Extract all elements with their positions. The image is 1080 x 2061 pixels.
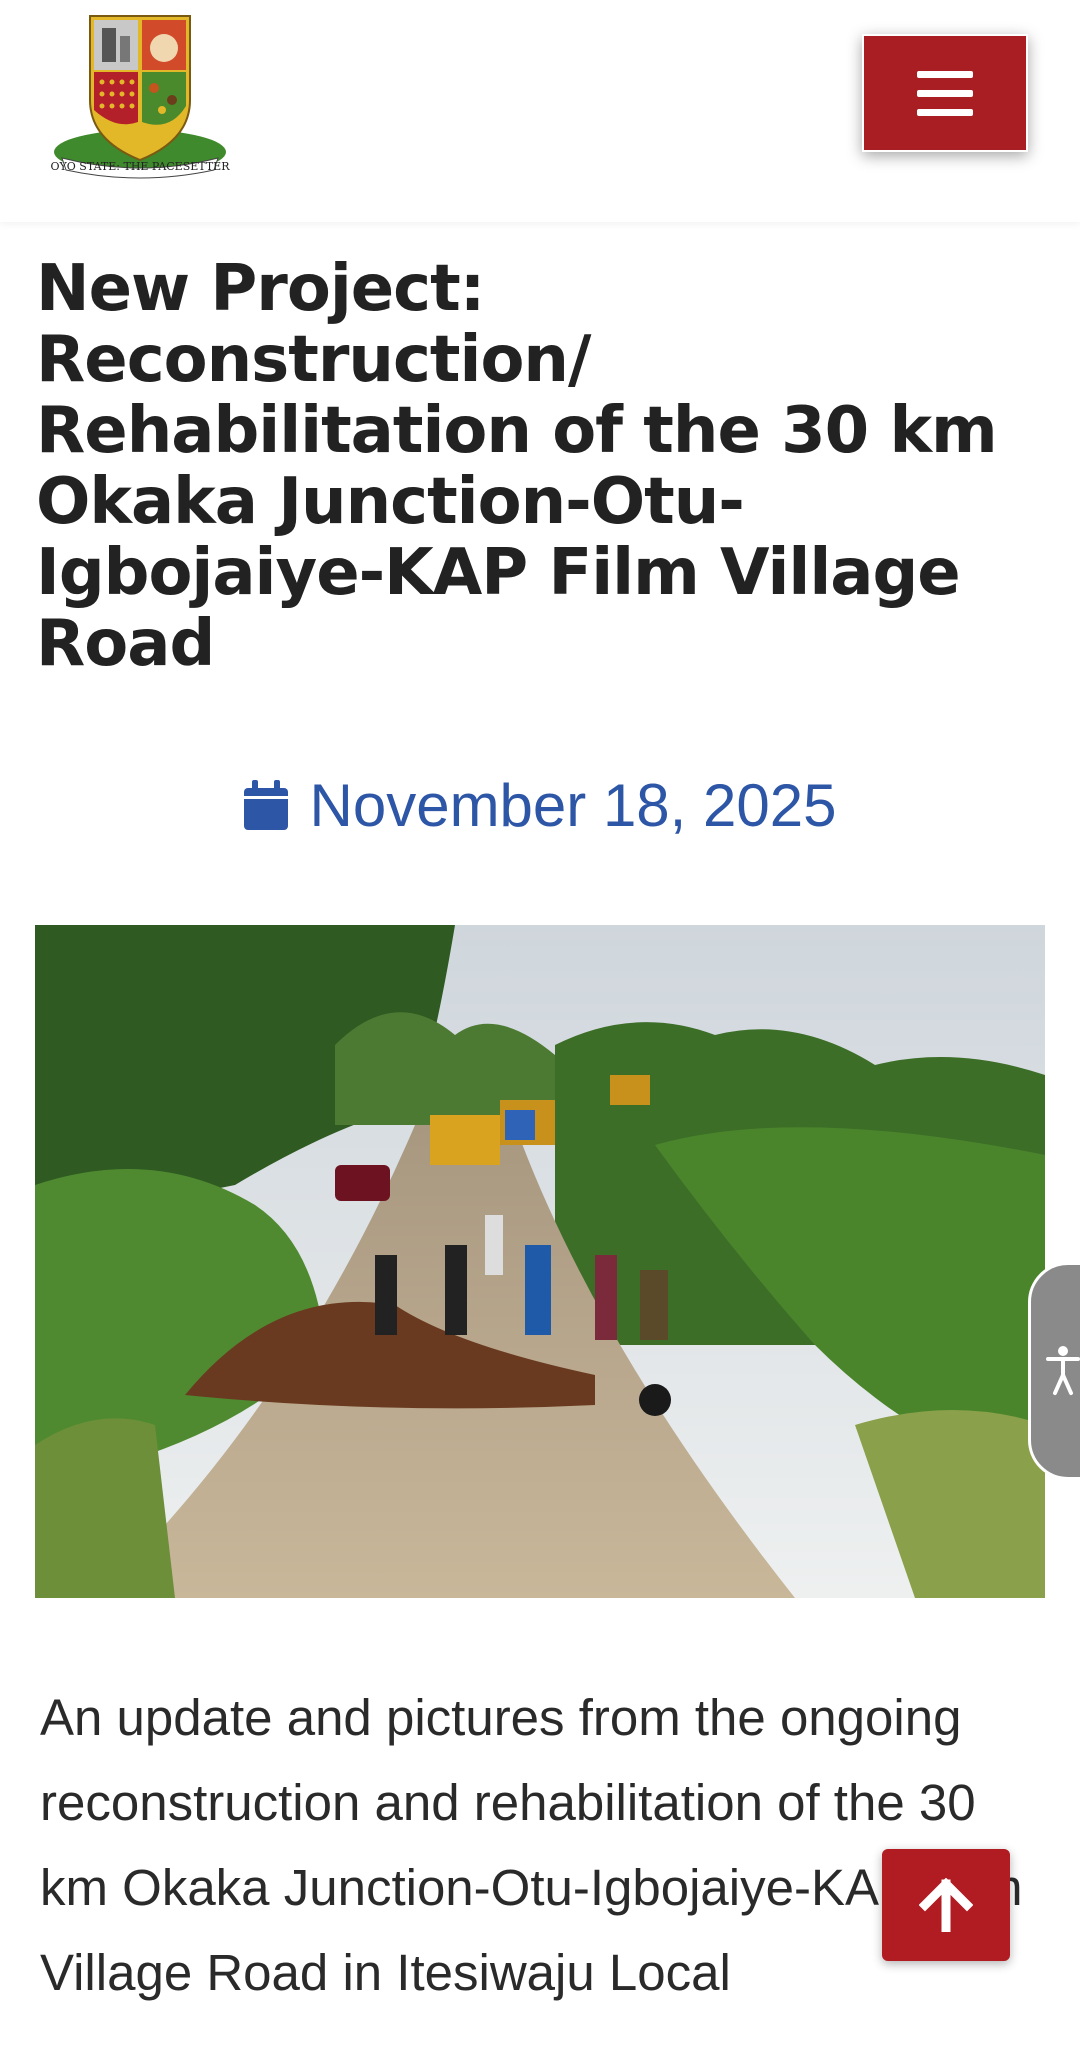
menu-button[interactable] [862, 34, 1028, 152]
article-body: An update and pictures from the ongoing … [40, 1689, 1023, 2001]
featured-image[interactable] [35, 925, 1045, 1598]
post-date: November 18, 2025 [0, 760, 1080, 850]
accessibility-person-icon [1046, 1346, 1080, 1395]
arrow-up-icon [919, 1878, 973, 1932]
hamburger-menu-icon [917, 70, 973, 78]
article-title: New Project: Reconstruction/ Rehabilitat… [36, 252, 998, 681]
oyo-state-logo[interactable]: OYO STATE: THE PACESETTER [50, 10, 230, 180]
post-date-text: November 18, 2025 [309, 771, 837, 839]
back-to-top-button[interactable] [882, 1849, 1010, 1961]
site-header: OYO STATE: THE PACESETTER [0, 0, 1080, 222]
accessibility-button[interactable] [1028, 1262, 1080, 1480]
logo-motto: OYO STATE: THE PACESETTER [51, 160, 230, 173]
calendar-icon [243, 780, 288, 830]
